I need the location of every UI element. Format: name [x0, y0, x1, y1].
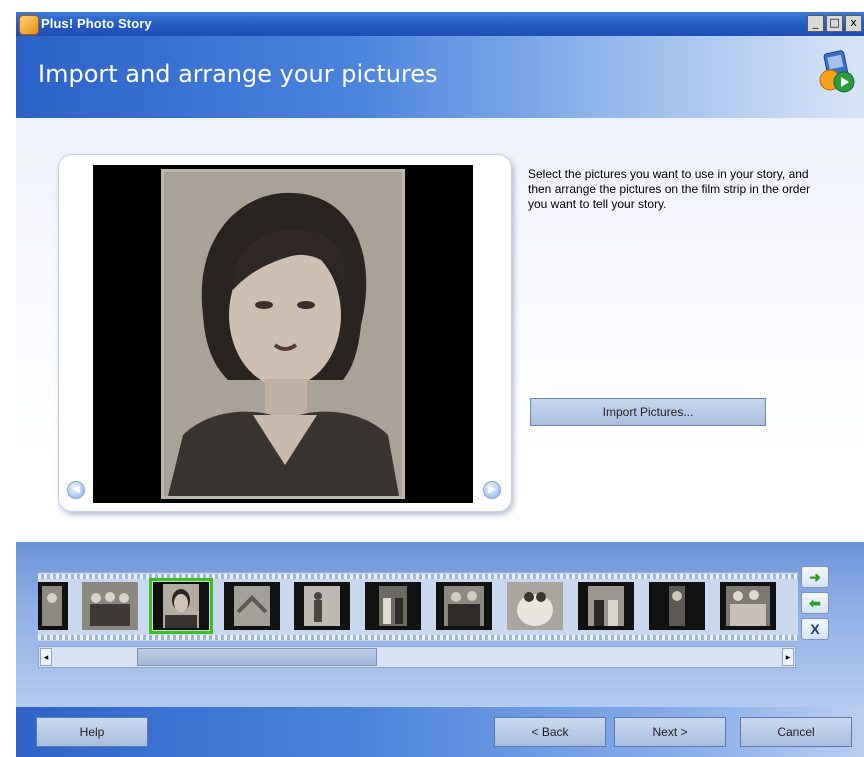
move-right-button[interactable]: ➜: [801, 566, 829, 588]
thumbnail[interactable]: [224, 582, 280, 630]
minimize-button[interactable]: _: [807, 15, 824, 32]
app-icon: [19, 15, 39, 35]
next-button[interactable]: Next >: [614, 717, 726, 747]
next-picture-button[interactable]: ▶: [483, 481, 501, 499]
thumbnail[interactable]: [649, 582, 705, 630]
thumbnail[interactable]: [365, 582, 421, 630]
thumbnail[interactable]: [507, 582, 563, 630]
photo-story-window: Plus! Photo Story _ □ x Import and arran…: [16, 12, 864, 757]
page-title: Import and arrange your pictures: [38, 60, 438, 88]
help-button[interactable]: Help: [36, 717, 148, 747]
remove-picture-button[interactable]: X: [801, 618, 829, 640]
title-bar[interactable]: Plus! Photo Story _ □ x: [16, 12, 864, 36]
thumbnail[interactable]: [720, 582, 776, 630]
thumbnail[interactable]: [436, 582, 492, 630]
move-left-button[interactable]: ⬅: [801, 592, 829, 614]
chevron-left-icon: ◀: [72, 484, 80, 495]
page-header: Import and arrange your pictures: [16, 36, 864, 118]
scroll-left-arrow-icon[interactable]: ◂: [40, 648, 52, 666]
arrow-left-icon: ⬅: [809, 595, 821, 611]
thumbnail[interactable]: [82, 582, 138, 630]
back-button[interactable]: < Back: [494, 717, 606, 747]
chevron-right-icon: ▶: [488, 484, 496, 495]
previous-picture-button[interactable]: ◀: [67, 481, 85, 499]
filmstrip-scrollbar[interactable]: ◂ ▸: [38, 646, 796, 668]
scrollbar-thumb[interactable]: [137, 648, 377, 666]
picture-preview-panel: ◀ ▶: [58, 154, 512, 512]
scroll-right-arrow-icon[interactable]: ▸: [782, 648, 794, 666]
thumbnail[interactable]: [578, 582, 634, 630]
close-button[interactable]: x: [845, 15, 862, 32]
arrow-right-icon: ➜: [809, 569, 821, 585]
remove-x-icon: X: [810, 621, 820, 637]
photo-story-logo-icon: [819, 50, 855, 93]
filmstrip[interactable]: [38, 572, 798, 642]
import-pictures-button[interactable]: Import Pictures...: [530, 398, 766, 426]
maximize-button[interactable]: □: [826, 15, 843, 32]
window-title: Plus! Photo Story: [41, 16, 152, 31]
filmstrip-area: ➜ ⬅ X ◂ ▸: [16, 542, 864, 707]
wizard-footer: Help < Back Next > Cancel: [16, 707, 864, 757]
thumbnail[interactable]: [38, 582, 68, 630]
filmstrip-perforation: [38, 574, 798, 579]
cancel-button[interactable]: Cancel: [740, 717, 852, 747]
thumbnail[interactable]: [294, 582, 350, 630]
thumbnail-selected[interactable]: [149, 578, 213, 634]
filmstrip-perforation: [38, 635, 798, 640]
preview-image: [93, 165, 473, 503]
instructions-text: Select the pictures you want to use in y…: [528, 167, 811, 211]
